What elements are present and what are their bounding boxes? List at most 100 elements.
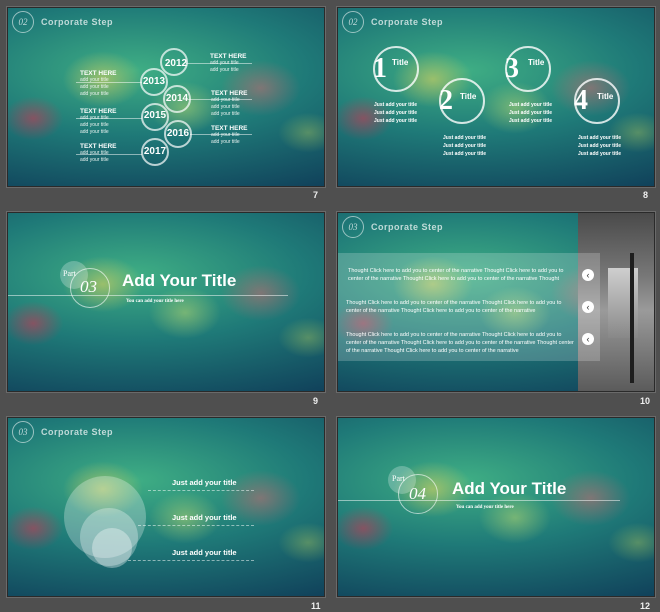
slide-header: 03 Corporate Step <box>342 216 443 238</box>
step-line: Just add your title <box>578 143 622 149</box>
step-desc-4: Just add your title Just add your title … <box>578 134 621 158</box>
slide-header: 02 Corporate Step <box>12 11 113 33</box>
year-2013: 2013 <box>142 76 166 87</box>
arrow-icon[interactable]: ‹ <box>582 301 594 313</box>
year-2016: 2016 <box>166 128 190 139</box>
header-title: Corporate Step <box>371 222 444 232</box>
step-desc-3: Just add your title Just add your title … <box>509 101 552 125</box>
paragraph-1: Thought Click here to add you to center … <box>348 268 564 282</box>
paragraph-2: Thought Click here to add you to center … <box>346 300 562 314</box>
item-divider <box>128 560 254 561</box>
slide-subtitle: You can add your title here <box>126 299 184 304</box>
connector-line <box>186 63 252 64</box>
slide-subtitle: You can add your title here <box>456 505 514 510</box>
slide-number-7: 7 <box>313 190 319 200</box>
slide-number-11: 11 <box>311 601 321 611</box>
step-line: Just add your title <box>443 135 487 141</box>
step-line: Just add your title <box>509 118 553 124</box>
arrow-icon[interactable]: ‹ <box>582 269 594 281</box>
part-number: 04 <box>409 484 426 503</box>
step-title-2: Title <box>460 92 477 101</box>
tag-line: add your title <box>80 129 109 135</box>
tag-heading: TEXT HERE <box>211 90 248 97</box>
slide-number-8: 8 <box>643 190 649 200</box>
step-line: Just add your title <box>509 102 553 108</box>
year-2017: 2017 <box>143 146 167 157</box>
left-tag-2: TEXT HERE add your title add your title … <box>80 108 116 136</box>
step-number-2: 2 <box>439 85 453 116</box>
step-title-4: Title <box>597 92 614 101</box>
list-item-2: Just add your title <box>172 513 237 522</box>
step-desc-2: Just add your title Just add your title … <box>443 134 486 158</box>
tag-heading: TEXT HERE <box>211 125 248 132</box>
slide-number-9: 9 <box>313 396 319 406</box>
tag-line: add your title <box>211 111 240 117</box>
section-badge: 03 <box>342 216 364 238</box>
slide-title: Add Your Title <box>452 479 567 498</box>
part-number: 03 <box>80 277 97 296</box>
step-line: Just add your title <box>374 118 418 124</box>
part-label: Part <box>392 474 405 483</box>
slide-header: 03 Corporate Step <box>12 421 113 443</box>
list-item-3: Just add your title <box>172 548 237 557</box>
step-desc-1: Just add your title Just add your title … <box>374 101 417 125</box>
photo-pillar <box>630 253 634 383</box>
step-line: Just add your title <box>374 110 418 116</box>
step-line: Just add your title <box>443 143 487 149</box>
tag-heading: TEXT HERE <box>80 143 117 150</box>
tag-line: add your title <box>80 91 109 97</box>
step-line: Just add your title <box>578 151 622 157</box>
slide-7[interactable]: 02 Corporate Step 2012 2013 2014 2015 20… <box>7 7 325 187</box>
tag-line: add your title <box>211 139 240 145</box>
slide-number-12: 12 <box>640 601 651 611</box>
tag-line: add your title <box>211 104 240 110</box>
tag-line: add your title <box>210 67 239 73</box>
item-divider <box>148 490 254 491</box>
header-title: Corporate Step <box>371 17 444 27</box>
header-title: Corporate Step <box>41 17 114 27</box>
slide-9[interactable]: Part 03 Add Your Title You can add your … <box>7 212 325 392</box>
slide-12[interactable]: Part 04 Add Your Title You can add your … <box>337 417 655 597</box>
year-2015: 2015 <box>143 110 167 121</box>
item-divider <box>138 525 254 526</box>
step-number-4: 4 <box>574 85 588 116</box>
circle-small <box>92 528 132 568</box>
right-tag-3: TEXT HERE add your title add your title <box>211 125 247 146</box>
step-line: Just add your title <box>443 151 487 157</box>
step-title-1: Title <box>392 58 409 67</box>
slide-11[interactable]: 03 Corporate Step Just add your title Ju… <box>7 417 325 597</box>
left-tag-1: TEXT HERE add your title add your title … <box>80 70 116 98</box>
connector-line <box>76 154 142 155</box>
section-badge: 02 <box>12 11 34 33</box>
connector-line <box>188 99 252 100</box>
step-line: Just add your title <box>374 102 418 108</box>
step-line: Just add your title <box>578 135 622 141</box>
slide-8[interactable]: 02 Corporate Step 1 Title Just add your … <box>337 7 655 187</box>
connector-line <box>76 118 142 119</box>
slide-10[interactable]: 03 Corporate Step ‹ ‹ ‹ Thought Click he… <box>337 212 655 392</box>
connector-line <box>190 134 252 135</box>
slide-title: Add Your Title <box>122 271 237 290</box>
step-title-3: Title <box>528 58 545 67</box>
step-line: Just add your title <box>509 110 553 116</box>
title-underline <box>8 295 288 296</box>
arrow-icon[interactable]: ‹ <box>582 333 594 345</box>
list-item-1: Just add your title <box>172 478 237 487</box>
step-number-1: 1 <box>373 53 387 84</box>
right-tag-2: TEXT HERE add your title add your title … <box>211 90 247 118</box>
tag-heading: TEXT HERE <box>210 53 247 60</box>
tag-heading: TEXT HERE <box>80 70 117 77</box>
paragraph-3: Thought Click here to add you to center … <box>346 332 574 354</box>
tag-line: add your title <box>80 122 109 128</box>
section-badge: 02 <box>342 11 364 33</box>
step-number-3: 3 <box>505 53 519 84</box>
tag-heading: TEXT HERE <box>80 108 117 115</box>
tag-line: add your title <box>80 84 109 90</box>
section-badge: 03 <box>12 421 34 443</box>
slide-number-10: 10 <box>640 396 651 406</box>
connector-line <box>76 82 142 83</box>
title-underline <box>338 500 620 501</box>
tag-line: add your title <box>80 157 109 163</box>
header-title: Corporate Step <box>41 427 114 437</box>
slide-header: 02 Corporate Step <box>342 11 443 33</box>
